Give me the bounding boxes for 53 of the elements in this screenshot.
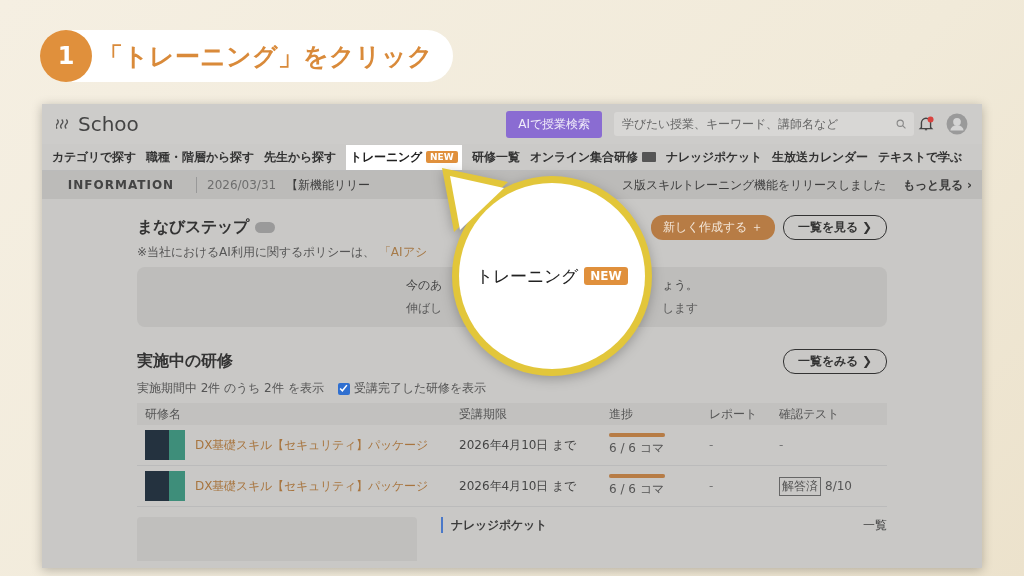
- news-text: ス版スキルトレーニング機能をリリースしました: [622, 176, 886, 194]
- view-list-button[interactable]: 一覧を見る ❯: [782, 215, 887, 240]
- column-header: 受講期限: [459, 405, 508, 423]
- step-title: 「トレーニング」をクリック: [98, 40, 433, 73]
- view-list-button[interactable]: 一覧をみる ❯: [782, 349, 887, 374]
- section-title: まなびステップ: [137, 217, 249, 238]
- more-link[interactable]: もっと見る ›: [902, 176, 972, 194]
- table-cell-text: -: [709, 479, 715, 493]
- summary-text: 実施期間中 2件 のうち 2件 を表示: [137, 380, 324, 397]
- nav-link[interactable]: 先生から探す: [264, 144, 336, 170]
- new-badge: NEW: [426, 151, 458, 163]
- news-text: 【新機能リリー: [286, 176, 371, 194]
- table-cell: 8/10: [825, 479, 852, 493]
- section-title: 実施中の研修: [137, 351, 233, 372]
- progress-text: 6 / 6 コマ: [609, 481, 665, 498]
- nav-link[interactable]: 研修一覧: [471, 144, 520, 170]
- policy-text: ※当社におけるAI利用に関するポリシーは、: [137, 245, 375, 259]
- course-thumbnail: [145, 471, 185, 501]
- news-date: 2026/03/31: [207, 178, 277, 192]
- column-header: 研修名: [145, 405, 182, 423]
- step-number: 1: [40, 30, 92, 82]
- empty-state-text: ょう。: [662, 277, 698, 294]
- progress-text: 6 / 6 コマ: [609, 440, 665, 457]
- empty-state-text: 今のあ: [406, 277, 442, 294]
- table-cell-text: 2026年4月10日 まで: [459, 477, 578, 495]
- checkbox-label: 受講完了した研修を表示: [353, 380, 486, 397]
- knowledge-title: ナレッジポケット: [451, 516, 547, 534]
- empty-state-text: します: [662, 300, 698, 317]
- notification-bell-icon[interactable]: [918, 116, 934, 132]
- new-badge: NEW: [584, 267, 628, 285]
- table-cell: -: [779, 438, 784, 452]
- status-badge: 解答済: [779, 476, 821, 496]
- callout-label: トレーニング: [476, 264, 579, 288]
- nav-link[interactable]: カテゴリで探す: [52, 144, 136, 170]
- ai-search-button[interactable]: AIで授業検索: [506, 110, 602, 138]
- empty-state-text: 伸ばし: [406, 300, 442, 317]
- column-header: 確認テスト: [779, 405, 840, 423]
- table-cell-text: 2026年4月10日 まで: [459, 436, 578, 454]
- nav-link[interactable]: オンライン集合研修: [529, 144, 656, 170]
- nav-link[interactable]: ナレッジポケット: [665, 144, 762, 170]
- nav-link[interactable]: テキストで学ぶ: [877, 144, 962, 170]
- search-field[interactable]: 学びたい授業、キーワード、講師名など: [614, 112, 914, 136]
- course-thumbnail: [145, 430, 185, 460]
- information-heading: INFORMATION: [66, 178, 176, 192]
- more-link[interactable]: 一覧: [863, 516, 887, 534]
- column-header: 進捗: [609, 405, 634, 423]
- nav-link[interactable]: トレーニング NEW: [346, 144, 462, 170]
- nav-link[interactable]: 職種・階層から探す: [146, 144, 254, 170]
- nav-link[interactable]: 生放送カレンダー: [771, 144, 868, 170]
- checkbox[interactable]: [337, 382, 350, 395]
- logo-text: Schoo: [78, 112, 139, 136]
- column-header: レポート: [709, 405, 758, 423]
- table-cell-text: -: [709, 438, 715, 452]
